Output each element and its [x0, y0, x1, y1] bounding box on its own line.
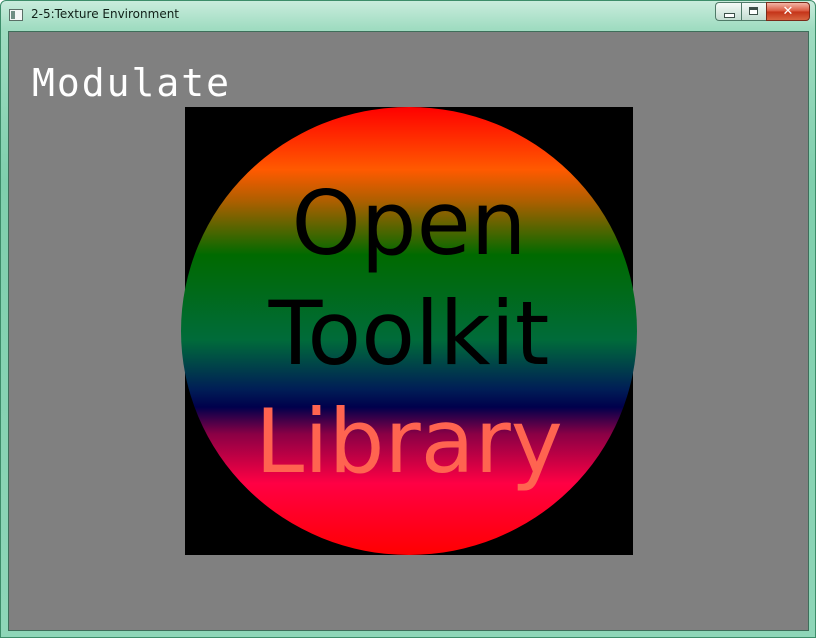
texture-quad: Open Toolkit Library [181, 107, 637, 555]
render-canvas: Modulate Open Toolkit Library [8, 31, 809, 631]
maximize-button[interactable] [741, 2, 766, 21]
texture-text-line-2: Toolkit [268, 282, 550, 385]
window-title: 2-5:Texture Environment [31, 7, 180, 21]
app-icon[interactable] [9, 9, 23, 21]
close-icon: ✕ [782, 4, 794, 19]
app-window: 2-5:Texture Environment ✕ Modulate Open … [0, 0, 816, 638]
texture-mode-label: Modulate [32, 61, 232, 105]
maximize-icon [749, 7, 758, 15]
texture-text-line-3: Library [255, 390, 563, 493]
title-bar[interactable]: 2-5:Texture Environment ✕ [1, 1, 815, 31]
minimize-button[interactable] [715, 2, 741, 21]
caption-buttons: ✕ [715, 2, 810, 21]
texture-text-line-1: Open [291, 172, 527, 275]
minimize-icon [724, 13, 735, 18]
close-button[interactable]: ✕ [766, 2, 810, 21]
